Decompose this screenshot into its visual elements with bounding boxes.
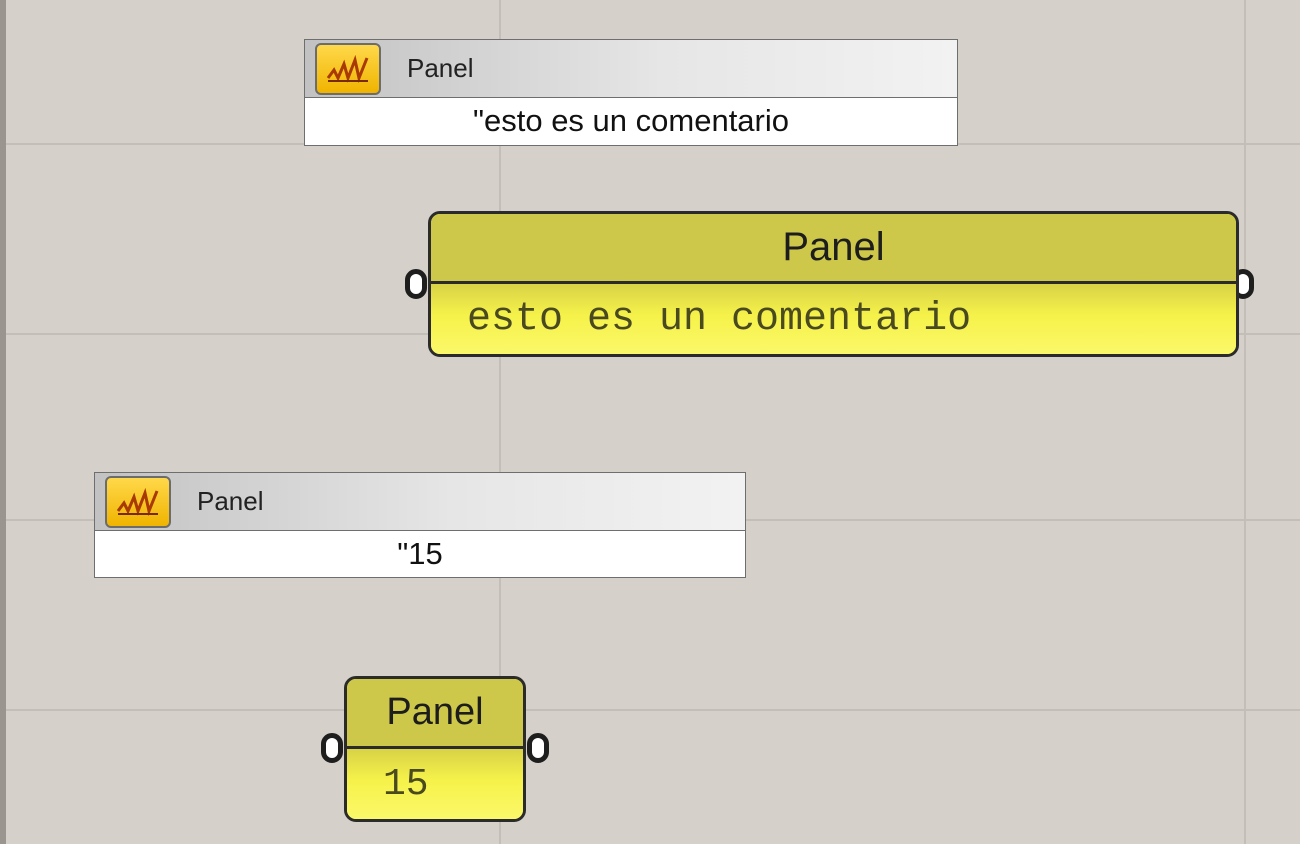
panel-text-component[interactable]: Panel esto es un comentario (428, 211, 1239, 357)
tooltip-title: Panel (407, 53, 474, 83)
panel-title: Panel (347, 679, 523, 749)
grid-line-horizontal (6, 709, 1300, 711)
tooltip-content: "15 (397, 536, 443, 571)
input-grip[interactable] (405, 269, 427, 299)
tooltip-header: Panel (305, 40, 957, 98)
tooltip-header: Panel (95, 473, 745, 531)
panel-content[interactable]: 15 (347, 749, 523, 819)
panel-icon-glyph (326, 54, 369, 83)
grid-line-vertical (1244, 0, 1246, 844)
panel-tooltip-text: Panel "esto es un comentario (304, 39, 958, 146)
panel-number-component[interactable]: Panel 15 (344, 676, 526, 822)
panel-content[interactable]: esto es un comentario (431, 284, 1236, 354)
output-grip[interactable] (527, 733, 549, 763)
tooltip-title: Panel (197, 486, 264, 516)
tooltip-content: "esto es un comentario (472, 103, 789, 138)
canvas-left-edge (0, 0, 6, 844)
input-grip[interactable] (321, 733, 343, 763)
panel-tooltip-number: Panel "15 (94, 472, 746, 578)
panel-icon (315, 42, 381, 95)
panel-icon-glyph (116, 487, 159, 516)
panel-title: Panel (431, 214, 1236, 284)
panel-icon (105, 475, 171, 528)
